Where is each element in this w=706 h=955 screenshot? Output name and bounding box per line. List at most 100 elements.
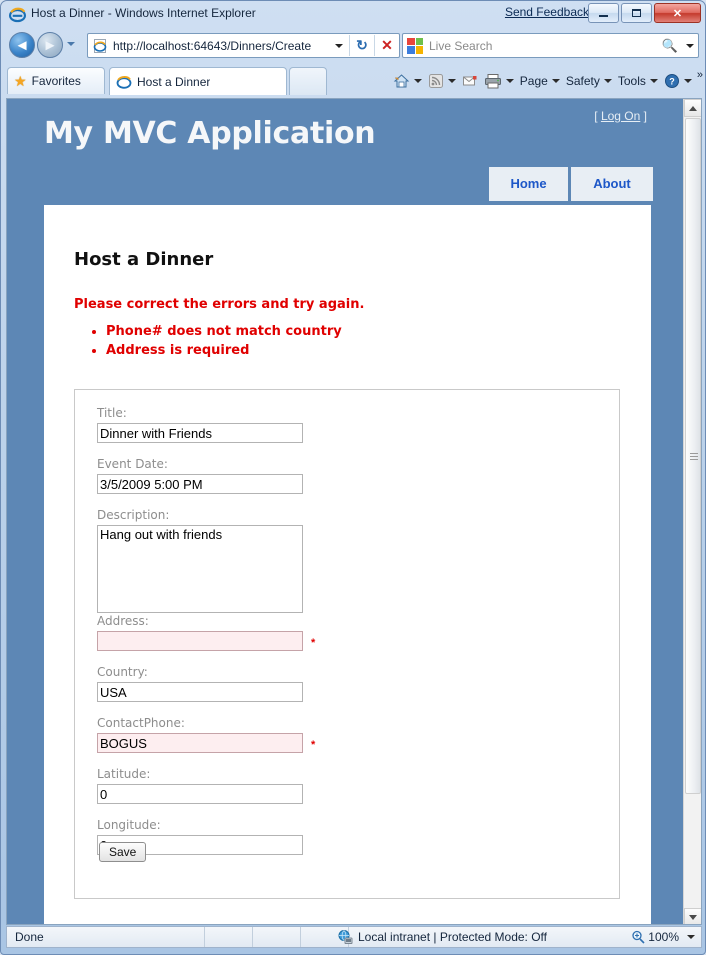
mail-icon: [462, 76, 477, 86]
address-bar[interactable]: http://localhost:64643/Dinners/Create ↻ …: [87, 33, 400, 58]
window-title: Host a Dinner - Windows Internet Explore…: [31, 6, 256, 20]
tab-bar: ★ Favorites Host a Dinner Page Safety To…: [1, 64, 705, 97]
required-asterisk: *: [311, 739, 316, 751]
maximize-button[interactable]: [621, 3, 652, 23]
log-on-link[interactable]: Log On: [601, 109, 640, 123]
logon-area: [ Log On ]: [594, 109, 647, 123]
scroll-down-button[interactable]: [684, 908, 701, 924]
page-scrollbar-vertical[interactable]: [683, 99, 701, 924]
validation-error-list: Phone# does not match country Address is…: [74, 324, 614, 358]
input-event-date[interactable]: [97, 474, 303, 494]
home-icon: [393, 74, 410, 88]
input-country[interactable]: [97, 682, 303, 702]
search-icon[interactable]: 🔍: [658, 34, 682, 57]
page-menu[interactable]: Page: [517, 70, 563, 92]
label-longitude: Longitude:: [97, 818, 161, 832]
globe-icon: [338, 930, 353, 944]
refresh-icon[interactable]: ↻: [350, 34, 374, 57]
svg-text:?: ?: [669, 77, 675, 87]
tools-menu-label: Tools: [617, 74, 646, 88]
input-address[interactable]: [97, 631, 303, 651]
logon-bracket-close: ]: [643, 109, 647, 123]
chevron-down-icon[interactable]: [413, 79, 422, 83]
site-nav: Home About: [489, 167, 653, 201]
favorites-button[interactable]: ★ Favorites: [7, 67, 105, 94]
chevron-down-icon[interactable]: [505, 79, 514, 83]
dinner-form-fieldset: Title: Event Date: Description: Hang out…: [74, 389, 620, 899]
safety-menu-label: Safety: [565, 74, 600, 88]
tools-menu[interactable]: Tools: [615, 70, 661, 92]
minimize-button[interactable]: [588, 3, 619, 23]
input-contact-phone[interactable]: [97, 733, 303, 753]
browser-window: Host a Dinner - Windows Internet Explore…: [0, 0, 706, 955]
mail-button[interactable]: [459, 70, 481, 92]
chevron-down-icon[interactable]: [551, 79, 560, 83]
forward-button[interactable]: ►: [37, 32, 63, 58]
save-button[interactable]: Save: [99, 842, 147, 862]
command-bar: Page Safety Tools ? »: [390, 69, 703, 93]
help-icon: ?: [664, 74, 679, 88]
scroll-up-button[interactable]: [684, 99, 701, 117]
zoom-icon: [632, 930, 645, 944]
star-icon: ★: [14, 72, 27, 89]
chevron-down-icon[interactable]: [687, 935, 695, 939]
address-dropdown-icon[interactable]: [329, 34, 349, 57]
label-title: Title:: [97, 406, 127, 420]
internet-explorer-icon: [116, 75, 132, 89]
nav-item-home[interactable]: Home: [489, 167, 571, 201]
search-input[interactable]: Live Search: [429, 39, 658, 53]
field-event-date: Event Date:: [97, 457, 303, 494]
field-latitude: Latitude:: [97, 767, 303, 804]
page-menu-label: Page: [519, 74, 548, 88]
search-dropdown-icon[interactable]: [682, 34, 698, 57]
site-title: My MVC Application: [44, 116, 376, 151]
chevron-down-icon[interactable]: [603, 79, 612, 83]
chevron-down-icon[interactable]: [649, 79, 658, 83]
nav-item-about[interactable]: About: [571, 167, 653, 201]
rss-feed-icon: [428, 74, 443, 88]
input-latitude[interactable]: [97, 784, 303, 804]
field-country: Country:: [97, 665, 303, 702]
tab-host-a-dinner[interactable]: Host a Dinner: [109, 67, 287, 95]
scrollbar-thumb[interactable]: [685, 118, 701, 794]
close-button[interactable]: ✕: [654, 3, 701, 23]
new-tab-button[interactable]: [289, 67, 327, 95]
label-event-date: Event Date:: [97, 457, 168, 471]
field-contact-phone: ContactPhone: *: [97, 716, 315, 753]
home-button[interactable]: [390, 70, 425, 92]
search-box[interactable]: Live Search 🔍: [402, 33, 699, 58]
label-latitude: Latitude:: [97, 767, 151, 781]
toolbar-overflow-button[interactable]: »: [697, 69, 703, 81]
label-contact-phone: ContactPhone:: [97, 716, 185, 730]
label-description: Description:: [97, 508, 170, 522]
history-dropdown-icon[interactable]: [67, 42, 75, 46]
feeds-button[interactable]: [425, 70, 459, 92]
field-description: Description: Hang out with friends: [97, 508, 303, 618]
security-zone-text: Local intranet | Protected Mode: Off: [358, 930, 547, 944]
back-button[interactable]: ◄: [9, 32, 35, 58]
stop-icon[interactable]: ✕: [375, 34, 399, 57]
title-bar: Host a Dinner - Windows Internet Explore…: [1, 1, 705, 28]
safety-menu[interactable]: Safety: [563, 70, 615, 92]
chevron-down-icon[interactable]: [683, 79, 692, 83]
tab-label: Host a Dinner: [137, 74, 211, 89]
page-background: My MVC Application [ Log On ] Home About…: [7, 99, 683, 924]
status-separators: [157, 927, 349, 947]
help-button[interactable]: ?: [661, 70, 695, 92]
field-address: Address: *: [97, 614, 315, 651]
label-country: Country:: [97, 665, 148, 679]
input-description[interactable]: Hang out with friends: [97, 525, 303, 613]
page-viewport: My MVC Application [ Log On ] Home About…: [6, 98, 702, 925]
favorites-label: Favorites: [31, 74, 81, 88]
chevron-down-icon[interactable]: [447, 79, 456, 83]
page-title: Host a Dinner: [74, 249, 214, 270]
send-feedback-link[interactable]: Send Feedback: [505, 5, 589, 19]
search-provider-icon: [407, 37, 423, 54]
input-title[interactable]: [97, 423, 303, 443]
security-zone[interactable]: Local intranet | Protected Mode: Off: [337, 927, 547, 947]
validation-summary: Please correct the errors and try again.…: [74, 297, 614, 362]
field-title: Title:: [97, 406, 303, 443]
zoom-level: 100%: [648, 930, 679, 944]
zoom-control[interactable]: 100%: [631, 927, 695, 947]
print-button[interactable]: [481, 70, 517, 92]
